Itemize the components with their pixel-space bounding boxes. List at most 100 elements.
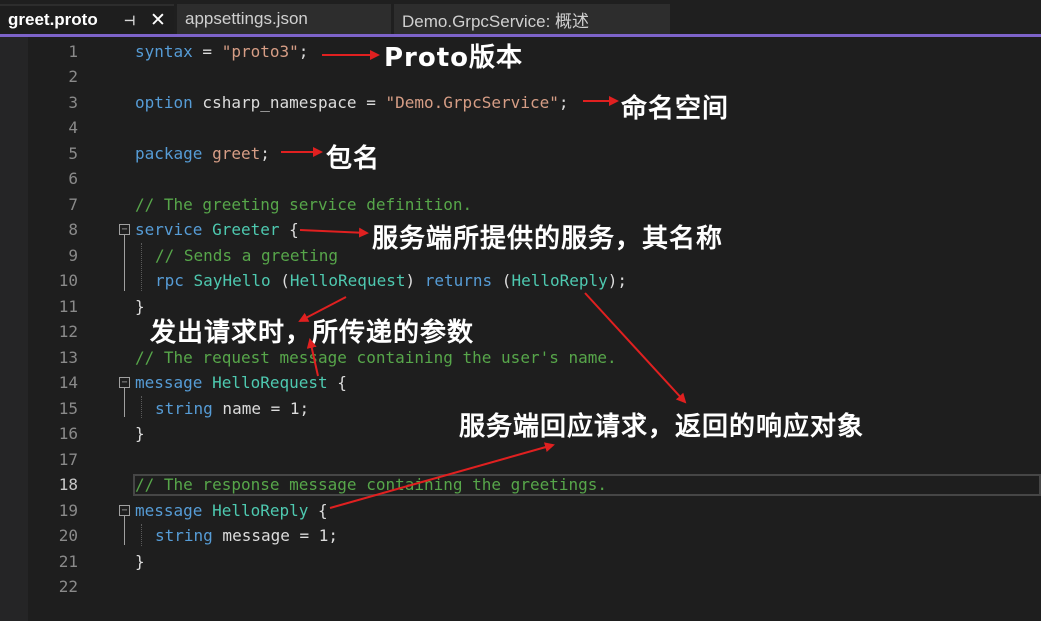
fold-line bbox=[124, 388, 125, 417]
type-name: HelloReply bbox=[202, 501, 309, 520]
code-text: } bbox=[135, 424, 145, 443]
line-number: 15 bbox=[58, 399, 78, 418]
keyword: message bbox=[135, 501, 203, 520]
collapse-icon[interactable]: − bbox=[119, 224, 130, 235]
code-text: ); bbox=[607, 271, 628, 290]
line-number: 22 bbox=[58, 577, 78, 596]
string-literal: "Demo.GrpcService" bbox=[385, 93, 559, 112]
keyword: option bbox=[135, 93, 193, 112]
code-line-7: // The greeting service definition. bbox=[135, 192, 472, 217]
keyword: string bbox=[155, 399, 213, 418]
code-text: } bbox=[135, 297, 145, 316]
indent-guide bbox=[141, 396, 142, 418]
annotation-package: 包名 bbox=[326, 144, 381, 174]
code-text: ; bbox=[299, 399, 310, 418]
code-line-1: syntax = "proto3"; bbox=[135, 39, 308, 64]
line-number: 9 bbox=[68, 246, 78, 265]
line-number: 4 bbox=[68, 118, 78, 137]
code-line-20: string message = 1; bbox=[155, 523, 338, 548]
code-text: message = bbox=[212, 526, 319, 545]
tab-label: Demo.GrpcService: 概述 bbox=[402, 11, 590, 31]
tab-label: greet.proto bbox=[8, 10, 98, 29]
keyword: service bbox=[135, 220, 203, 239]
code-line-3: option csharp_namespace = "Demo.GrpcServ… bbox=[135, 90, 568, 115]
line-number: 21 bbox=[58, 552, 78, 571]
annotation-namespace: 命名空间 bbox=[621, 94, 730, 124]
line-number: 1 bbox=[68, 42, 78, 61]
pin-icon[interactable]: ⊣ bbox=[124, 13, 135, 29]
code-text: = bbox=[192, 42, 222, 61]
line-number: 8 bbox=[68, 220, 78, 239]
keyword: returns bbox=[424, 271, 493, 290]
line-number: 7 bbox=[68, 195, 78, 214]
indent-guide bbox=[141, 524, 142, 546]
code-line-18: // The response message containing the g… bbox=[135, 472, 607, 497]
keyword: rpc bbox=[155, 271, 184, 290]
code-text: ) bbox=[405, 271, 425, 290]
keyword: string bbox=[155, 526, 213, 545]
comment: // The request message containing the us… bbox=[135, 348, 617, 367]
code-line-21: } bbox=[135, 549, 145, 574]
code-text: csharp_namespace = bbox=[192, 93, 386, 112]
code-line-15: string name = 1; bbox=[155, 396, 309, 421]
line-number: 11 bbox=[58, 297, 78, 316]
line-number: 17 bbox=[58, 450, 78, 469]
close-icon[interactable]: ✕ bbox=[150, 9, 166, 32]
indent-guide bbox=[141, 243, 142, 291]
line-number: 6 bbox=[68, 169, 78, 188]
comment: // Sends a greeting bbox=[155, 246, 339, 265]
package-name: greet bbox=[202, 144, 261, 163]
number-literal: 1 bbox=[289, 399, 300, 418]
line-number: 14 bbox=[58, 373, 78, 392]
code-text: ; bbox=[298, 42, 309, 61]
line-number: 10 bbox=[58, 271, 78, 290]
collapse-icon[interactable]: − bbox=[119, 505, 130, 516]
tab-appsettings-json[interactable]: appsettings.json bbox=[177, 4, 391, 34]
comment: // The response message containing the g… bbox=[135, 475, 608, 494]
code-line-14: message HelloRequest { bbox=[135, 370, 347, 395]
comment: // The greeting service definition. bbox=[135, 195, 473, 214]
line-number-current: 18 bbox=[58, 475, 78, 494]
keyword: package bbox=[135, 144, 203, 163]
code-line-10: rpc SayHello (HelloRequest) returns (Hel… bbox=[155, 268, 627, 293]
annotation-service: 服务端所提供的服务，其名称 bbox=[372, 224, 724, 254]
type-name: HelloRequest bbox=[289, 271, 406, 290]
fold-line bbox=[124, 235, 125, 291]
fold-line bbox=[124, 516, 125, 545]
line-number: 2 bbox=[68, 67, 78, 86]
tab-grpcservice-overview[interactable]: Demo.GrpcService: 概述 bbox=[394, 4, 670, 34]
line-number: 13 bbox=[58, 348, 78, 367]
code-text: { bbox=[327, 373, 347, 392]
code-text: ( bbox=[270, 271, 290, 290]
annotation-request: 发出请求时，所传递的参数 bbox=[150, 318, 475, 348]
tab-bar: greet.proto ⊣ ✕ appsettings.json Demo.Gr… bbox=[0, 0, 1041, 37]
code-text: ; bbox=[260, 144, 270, 163]
code-line-19: message HelloReply { bbox=[135, 498, 328, 523]
indicator-margin bbox=[0, 37, 28, 621]
line-number: 16 bbox=[58, 424, 78, 443]
code-text: name = bbox=[212, 399, 290, 418]
line-number: 12 bbox=[58, 322, 78, 341]
code-text: ( bbox=[492, 271, 512, 290]
string-literal: "proto3" bbox=[221, 42, 299, 61]
code-text: ; bbox=[328, 526, 339, 545]
type-name: HelloReply bbox=[511, 271, 608, 290]
annotation-response: 服务端回应请求，返回的响应对象 bbox=[459, 412, 865, 442]
code-line-8: service Greeter { bbox=[135, 217, 299, 242]
type-name: Greeter bbox=[202, 220, 280, 239]
code-line-16: } bbox=[135, 421, 145, 446]
code-text: ; bbox=[558, 93, 569, 112]
code-line-9: // Sends a greeting bbox=[155, 243, 338, 268]
line-number-gutter: 1 2 3 4 5 6 7 8 9 10 11 12 13 14 15 16 1… bbox=[28, 37, 78, 621]
number-literal: 1 bbox=[318, 526, 329, 545]
keyword: syntax bbox=[135, 42, 193, 61]
collapse-icon[interactable]: − bbox=[119, 377, 130, 388]
code-text: } bbox=[135, 552, 145, 571]
tab-label: appsettings.json bbox=[185, 9, 308, 28]
tab-greet-proto[interactable]: greet.proto ⊣ ✕ bbox=[0, 4, 174, 34]
line-number: 3 bbox=[68, 93, 78, 112]
annotation-proto-version: Proto版本 bbox=[384, 43, 524, 73]
code-text: { bbox=[279, 220, 299, 239]
method-name: SayHello bbox=[183, 271, 271, 290]
line-number: 20 bbox=[58, 526, 78, 545]
